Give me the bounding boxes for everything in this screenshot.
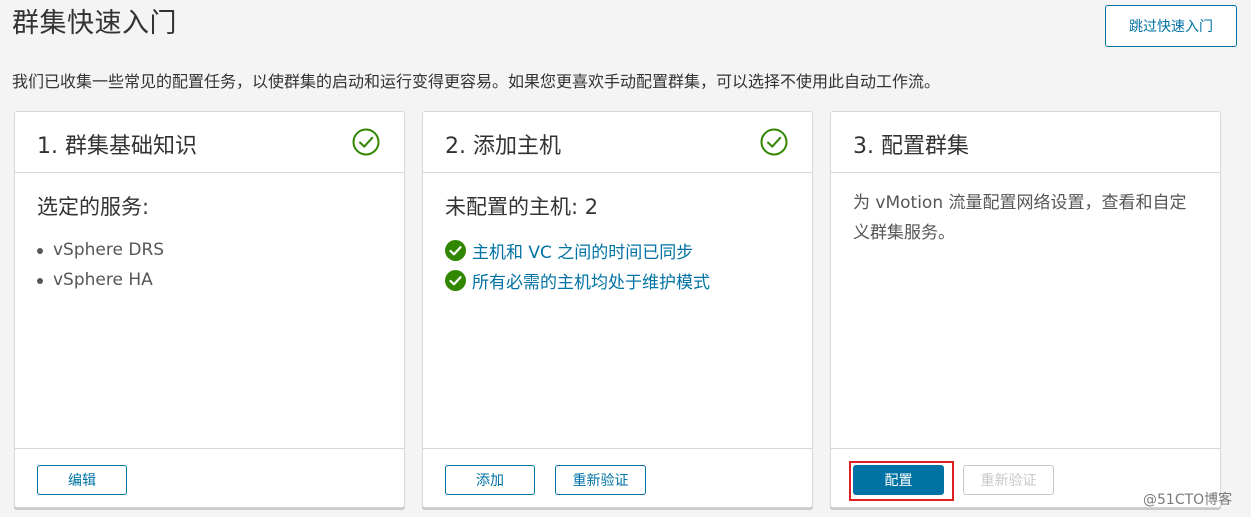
page-description: 我们已收集一些常见的配置任务，以使群集的启动和运行变得更容易。如果您更喜欢手动配… bbox=[12, 72, 941, 91]
watermark: @51CTO博客 bbox=[1143, 492, 1233, 508]
card-footer: 编辑 bbox=[15, 448, 404, 509]
revalidate-button-disabled: 重新验证 bbox=[963, 465, 1054, 495]
card-title: 2. 添加主机 bbox=[445, 134, 561, 159]
service-label: vSphere DRS bbox=[53, 240, 165, 260]
revalidate-button[interactable]: 重新验证 bbox=[555, 465, 646, 495]
list-item: 主机和 VC 之间的时间已同步 bbox=[445, 235, 794, 265]
list-item: 所有必需的主机均处于维护模式 bbox=[445, 265, 794, 295]
add-button[interactable]: 添加 bbox=[445, 465, 535, 495]
card-cluster-basics: 1. 群集基础知识 选定的服务: vSphere DRS vSphere HA … bbox=[14, 111, 405, 508]
card-title: 3. 配置群集 bbox=[853, 134, 969, 159]
edit-button[interactable]: 编辑 bbox=[37, 465, 127, 495]
list-item: vSphere HA bbox=[37, 265, 386, 295]
validation-label[interactable]: 主机和 VC 之间的时间已同步 bbox=[472, 238, 693, 263]
bullet-icon bbox=[37, 278, 43, 284]
validation-list: 主机和 VC 之间的时间已同步 所有必需的主机均处于维护模式 bbox=[445, 235, 794, 295]
list-item: vSphere DRS bbox=[37, 235, 386, 265]
selected-services-heading: 选定的服务: bbox=[37, 195, 150, 219]
unconfigured-hosts-heading: 未配置的主机: 2 bbox=[445, 195, 599, 219]
services-list: vSphere DRS vSphere HA bbox=[37, 235, 386, 295]
card-header: 3. 配置群集 bbox=[831, 112, 1220, 173]
card-add-hosts: 2. 添加主机 未配置的主机: 2 主机和 VC 之间的时间已同步 所有必需的主… bbox=[422, 111, 813, 508]
card-body: 选定的服务: vSphere DRS vSphere HA bbox=[37, 172, 386, 295]
success-check-icon bbox=[445, 239, 466, 261]
service-label: vSphere HA bbox=[53, 270, 153, 290]
page-title: 群集快速入门 bbox=[12, 8, 177, 39]
configure-description: 为 vMotion 流量配置网络设置，查看和自定义群集服务。 bbox=[853, 193, 1187, 243]
card-header: 2. 添加主机 bbox=[423, 112, 812, 173]
success-check-icon bbox=[445, 269, 466, 291]
card-header: 1. 群集基础知识 bbox=[15, 112, 404, 173]
skip-quickstart-button[interactable]: 跳过快速入门 bbox=[1105, 5, 1237, 47]
bullet-icon bbox=[37, 248, 43, 254]
card-title: 1. 群集基础知识 bbox=[37, 134, 197, 159]
card-body: 为 vMotion 流量配置网络设置，查看和自定义群集服务。 bbox=[853, 172, 1202, 248]
validation-label[interactable]: 所有必需的主机均处于维护模式 bbox=[472, 268, 710, 293]
card-footer: 添加 重新验证 bbox=[423, 448, 812, 509]
check-circle-icon bbox=[760, 128, 788, 156]
check-circle-icon bbox=[352, 128, 380, 156]
card-body: 未配置的主机: 2 主机和 VC 之间的时间已同步 所有必需的主机均处于维护模式 bbox=[445, 172, 794, 295]
configure-button[interactable]: 配置 bbox=[853, 465, 944, 495]
card-configure-cluster: 3. 配置群集 为 vMotion 流量配置网络设置，查看和自定义群集服务。 配… bbox=[830, 111, 1221, 508]
